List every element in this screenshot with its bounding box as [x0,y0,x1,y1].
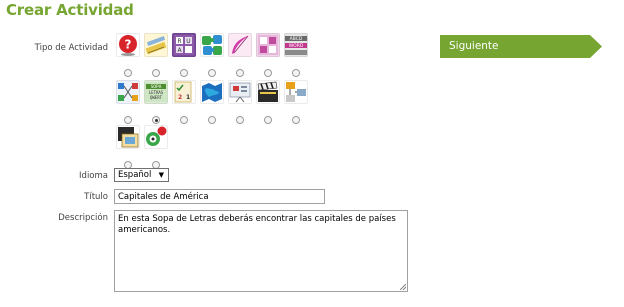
puzzle-pieces-icon [200,33,224,57]
letter-grid-icon: RUA [172,33,196,57]
page-title: Crear Actividad [6,1,134,19]
activity-option[interactable] [142,125,170,169]
activity-radio[interactable] [236,116,244,124]
question-mark-icon: ? [116,33,140,57]
activity-radio[interactable] [292,116,300,124]
create-activity-page: Crear Actividad Tipo de Actividad ? RUA [0,0,624,307]
activity-type-label: Tipo de Actividad [34,43,108,53]
svg-text:R: R [177,38,181,45]
activity-option[interactable] [142,33,170,77]
activity-radio[interactable] [208,69,216,77]
photo-camera-icon [116,125,140,149]
globe-map-icon [200,80,224,104]
language-label: Idioma [79,171,108,181]
activity-type-row-2: SOPA LETRAS QWERT 12 [114,80,310,124]
word-search-icon: SOPA LETRAS QWERT [144,80,168,104]
numbered-list-icon: 12 [172,80,196,104]
activity-option[interactable] [254,80,282,124]
activity-option[interactable] [198,33,226,77]
dropdown-arrow-icon: ▼ [158,171,164,179]
svg-text:WORD: WORD [289,43,304,49]
activity-radio[interactable] [180,69,188,77]
activity-option[interactable] [226,80,254,124]
activity-radio[interactable] [124,116,132,124]
description-label: Descripción [58,213,108,223]
grid-checkbox-icon [256,33,280,57]
activity-radio[interactable] [208,116,216,124]
activity-option[interactable] [254,33,282,77]
activity-option[interactable]: 12 [170,80,198,124]
next-button[interactable]: Siguiente [440,35,602,58]
activity-option[interactable] [114,125,142,169]
description-text: En esta Sopa de Letras deberás encontrar… [118,214,396,235]
word-strips-icon: ABCD WORD [284,33,308,57]
svg-text:?: ? [125,38,132,52]
activity-option[interactable]: RUA [170,33,198,77]
resize-grip-icon[interactable] [400,284,406,290]
activity-type-row-1: ? RUA ABCD WORD [114,33,310,77]
svg-text:ABCD: ABCD [290,36,303,42]
svg-text:2: 2 [178,94,182,101]
feather-pen-icon [228,33,252,57]
language-select-value: Español [118,170,152,180]
activity-radio[interactable] [124,69,132,77]
svg-text:U: U [186,38,190,45]
svg-text:QWERT: QWERT [150,95,163,100]
activity-radio[interactable] [152,69,160,77]
svg-text:1: 1 [186,94,190,101]
activity-radio[interactable] [236,69,244,77]
activity-type-row-3 [114,125,170,169]
activity-option[interactable] [282,80,310,124]
pencil-ruler-icon [144,33,168,57]
activity-radio[interactable] [264,69,272,77]
activity-option[interactable]: SOPA LETRAS QWERT [142,80,170,124]
description-textarea[interactable]: En esta Sopa de Letras deberás encontrar… [114,210,408,292]
clapperboard-icon [256,80,280,104]
abc-columns-icon [116,80,140,104]
activity-radio[interactable] [152,116,160,124]
activity-radio[interactable] [264,116,272,124]
record-badge-icon [144,125,168,149]
activity-radio[interactable] [180,116,188,124]
flowchart-icon [284,80,308,104]
activity-option[interactable] [198,80,226,124]
title-input[interactable]: Capitales de América [114,189,325,204]
language-select[interactable]: Español ▼ [114,168,169,182]
presentation-board-icon [228,80,252,104]
title-label: Título [84,192,108,202]
activity-option[interactable] [114,80,142,124]
activity-option[interactable]: ? [114,33,142,77]
activity-radio[interactable] [292,69,300,77]
activity-option[interactable]: ABCD WORD [282,33,310,77]
activity-option[interactable] [226,33,254,77]
